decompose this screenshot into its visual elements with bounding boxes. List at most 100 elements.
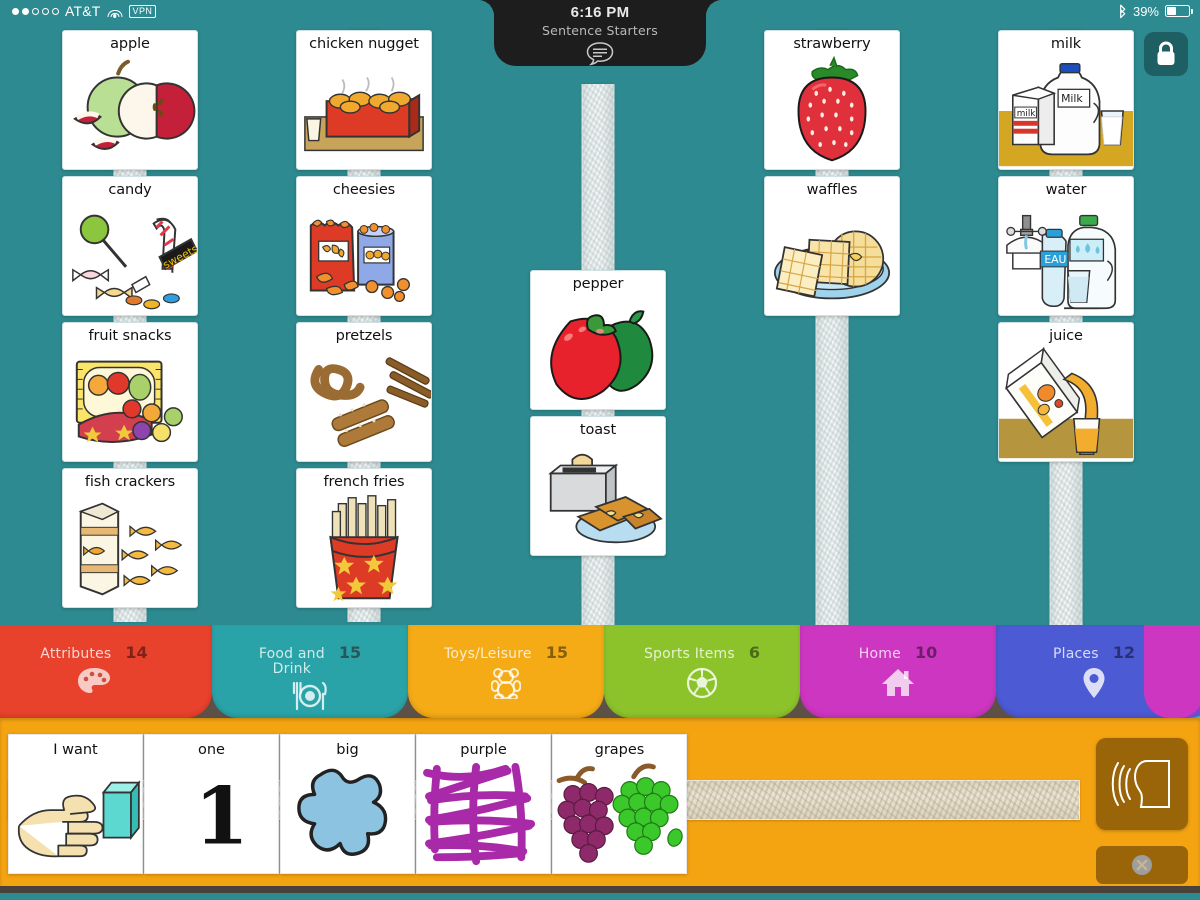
symbol-card-label: strawberry <box>793 36 871 52</box>
symbol-card-apple[interactable]: apple <box>62 30 198 170</box>
sentence-card-big-blob[interactable]: big <box>280 734 415 874</box>
lock-button[interactable] <box>1144 32 1188 76</box>
symbol-card-strawberry[interactable]: strawberry <box>764 30 900 170</box>
symbol-card-french-fries[interactable]: french fries <box>296 468 432 608</box>
symbol-card-label: toast <box>579 422 617 438</box>
symbol-card-label: waffles <box>806 182 858 198</box>
symbol-card-toast[interactable]: toast <box>530 416 666 556</box>
symbol-card-milk[interactable]: milk Milk milk <box>998 30 1134 170</box>
symbol-card-label: cheesies <box>332 182 396 198</box>
symbol-card-juice[interactable]: juice <box>998 322 1134 462</box>
symbol-card-label: milk <box>1050 36 1082 52</box>
category-tab-label: Food and Drink <box>258 646 325 677</box>
category-tab-attributes[interactable]: Attributes 14 <box>0 625 212 718</box>
board-column: chicken nugget cheesies pretzels french … <box>274 22 454 625</box>
category-tab-count: 14 <box>125 643 148 662</box>
water-icon: EAU <box>999 201 1133 313</box>
category-tab-label: Toys/Leisure <box>444 646 532 662</box>
aac-app-window: AT&T VPN 39% 6:16 PM Sentence Starters a… <box>0 0 1200 900</box>
lock-icon <box>1157 41 1175 65</box>
sentence-card-purple-scribble[interactable]: purple <box>416 734 551 874</box>
french-fries-icon <box>297 493 431 605</box>
category-tab-label: Attributes <box>40 646 112 662</box>
symbol-card-label: candy <box>108 182 152 198</box>
signal-strength-icon <box>12 7 59 15</box>
candy-icon: sweets <box>63 201 197 313</box>
symbol-card-fruit-snacks[interactable]: fruit snacks <box>62 322 198 462</box>
symbol-card-pretzels[interactable]: pretzels <box>296 322 432 462</box>
utensils-icon <box>212 681 408 711</box>
svg-text:Milk: Milk <box>1061 92 1083 105</box>
page-title: Sentence Starters <box>542 23 658 38</box>
category-tab-count: 15 <box>545 643 568 662</box>
symbol-card-cheesies[interactable]: cheesies <box>296 176 432 316</box>
tab-stack-overflow[interactable] <box>1138 625 1200 718</box>
symbol-card-label: french fries <box>323 474 405 490</box>
sentence-card-label: purple <box>460 742 507 758</box>
symbol-card-pepper[interactable]: pepper <box>530 270 666 410</box>
category-tab-count: 10 <box>914 643 938 662</box>
symbol-card-chicken-nugget[interactable]: chicken nugget <box>296 30 432 170</box>
wifi-icon <box>107 5 123 18</box>
symbol-card-label: fish crackers <box>84 474 176 490</box>
status-bar-left: AT&T VPN <box>12 1 157 21</box>
category-tab-bar: Attributes 14 Food and Drink 15 Toys/Leisure 1… <box>0 625 1200 718</box>
category-tab-food-and-drink[interactable]: Food and Drink 15 <box>212 625 408 718</box>
waffles-icon <box>765 201 899 313</box>
board-column: apple candy sweets fruit snacks fish cra… <box>40 22 220 625</box>
symbol-card-waffles[interactable]: waffles <box>764 176 900 316</box>
sentence-bar: I want one 1 big purple grapes <box>0 718 1200 893</box>
hand-block-icon <box>9 761 142 871</box>
numeral-one-icon: 1 <box>145 761 278 871</box>
status-bar: AT&T VPN 39% <box>0 0 1200 22</box>
palette-icon <box>0 667 212 697</box>
symbol-card-label: fruit snacks <box>88 328 172 344</box>
house-icon <box>800 667 996 697</box>
soccer-ball-icon <box>604 667 800 699</box>
speak-button[interactable] <box>1096 738 1188 830</box>
symbol-card-label: apple <box>110 36 150 52</box>
toast-icon <box>531 441 665 553</box>
symbol-card-label: pepper <box>572 276 624 292</box>
sentence-card-list: I want one 1 big purple grapes <box>8 734 688 874</box>
symbol-card-label: water <box>1045 182 1087 198</box>
symbol-card-water[interactable]: water EAU <box>998 176 1134 316</box>
board-column: milk Milk milk water EAU juice <box>976 22 1156 628</box>
sentence-card-numeral-one[interactable]: one 1 <box>144 734 279 874</box>
sentence-card-label: big <box>336 742 359 758</box>
milk-icon: Milk milk <box>999 55 1133 167</box>
juice-icon <box>999 347 1133 459</box>
board-column: pepper toast <box>508 22 688 636</box>
big-blob-icon <box>281 761 414 871</box>
symbol-card-candy[interactable]: candy sweets <box>62 176 198 316</box>
symbol-card-label: chicken nugget <box>309 36 419 52</box>
symbol-card-fish-crackers[interactable]: fish crackers <box>62 468 198 608</box>
apple-icon <box>63 55 197 167</box>
sentence-card-label: one <box>198 742 225 758</box>
clear-sentence-button[interactable] <box>1096 846 1188 884</box>
teddy-bear-icon <box>408 667 604 699</box>
speech-bubble-icon[interactable] <box>494 40 706 66</box>
category-tab-toys-leisure[interactable]: Toys/Leisure 15 <box>408 625 604 718</box>
svg-text:EAU: EAU <box>1044 253 1066 266</box>
strawberry-icon <box>765 55 899 167</box>
symbol-board: apple candy sweets fruit snacks fish cra… <box>0 22 1200 636</box>
home-indicator <box>0 886 1200 893</box>
fruit-snacks-icon <box>63 347 197 459</box>
board-column: strawberry waffles <box>742 22 922 628</box>
speak-head-icon <box>1111 760 1170 808</box>
sentence-card-label: grapes <box>594 742 645 758</box>
bluetooth-icon <box>1118 4 1127 19</box>
sentence-card-grapes[interactable]: grapes <box>552 734 687 874</box>
vpn-badge: VPN <box>128 4 157 18</box>
category-tab-sports-items[interactable]: Sports Items 6 <box>604 625 800 718</box>
pretzels-icon <box>297 347 431 459</box>
fish-crackers-icon <box>63 493 197 605</box>
category-tab-label: Places <box>1053 646 1099 662</box>
carrier-label: AT&T <box>65 3 101 19</box>
category-tab-count: 15 <box>338 643 362 662</box>
category-tab-home[interactable]: Home 10 <box>800 625 996 718</box>
sentence-card-hand-block[interactable]: I want <box>8 734 143 874</box>
category-tab-stacked[interactable] <box>1144 625 1200 718</box>
battery-icon <box>1165 5 1193 17</box>
